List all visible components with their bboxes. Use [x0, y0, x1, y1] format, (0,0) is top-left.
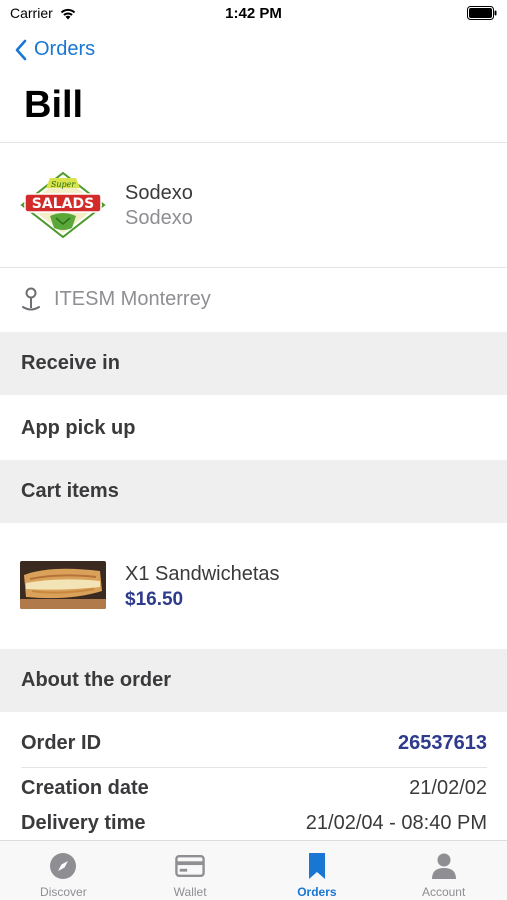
- status-time: 1:42 PM: [225, 5, 282, 22]
- page-title: Bill: [24, 84, 84, 126]
- location-label: ITESM Monterrey: [54, 287, 211, 310]
- divider: [0, 267, 507, 268]
- tab-discover[interactable]: Discover: [0, 841, 127, 900]
- back-button[interactable]: Orders: [14, 38, 95, 61]
- status-bar: Carrier 1:42 PM: [0, 0, 507, 30]
- back-label: Orders: [34, 38, 96, 60]
- compass-icon: [50, 853, 77, 879]
- sandwich-image: [20, 561, 106, 609]
- vendor-logo: Super SALADS: [20, 172, 106, 238]
- battery-icon: [467, 6, 497, 20]
- bookmark-icon: [308, 853, 325, 879]
- delivery-time-row: Delivery time 21/02/04 - 08:40 PM: [21, 812, 487, 835]
- tab-label: Orders: [297, 885, 337, 899]
- cart-item-price: $16.50: [125, 589, 184, 610]
- receive-method: App pick up: [21, 417, 136, 439]
- card-icon: [175, 854, 205, 878]
- map-pin-icon: [22, 287, 40, 311]
- logo-text-main: SALADS: [32, 196, 94, 212]
- tab-bar: Discover Wallet Orders Account: [0, 840, 507, 900]
- section-header-receive: Receive in: [0, 332, 507, 395]
- section-header-cart: Cart items: [0, 460, 507, 523]
- delivery-time-value: 21/02/04 - 08:40 PM: [305, 812, 487, 834]
- creation-date-value: 21/02/02: [409, 777, 487, 799]
- row-divider: [21, 767, 487, 768]
- cart-item-image: [20, 561, 106, 609]
- section-title: Cart items: [21, 480, 119, 502]
- cart-item-name: X1 Sandwichetas: [125, 563, 280, 585]
- creation-date-label: Creation date: [21, 777, 149, 799]
- section-header-about: About the order: [0, 649, 507, 712]
- tab-label: Wallet: [173, 885, 207, 899]
- person-icon: [431, 853, 456, 879]
- tab-label: Discover: [40, 885, 87, 899]
- order-id-row: Order ID 26537613: [21, 732, 487, 755]
- chevron-left-icon: [15, 39, 27, 60]
- logo-text-top: Super: [51, 180, 76, 189]
- vendor-subtitle: Sodexo: [125, 207, 193, 229]
- vendor-name: Sodexo: [125, 182, 193, 204]
- section-title: About the order: [21, 669, 171, 691]
- delivery-time-label: Delivery time: [21, 812, 146, 834]
- tab-orders[interactable]: Orders: [254, 841, 381, 900]
- creation-date-row: Creation date 21/02/02: [21, 777, 487, 800]
- tab-label: Account: [421, 885, 466, 899]
- divider: [0, 142, 507, 143]
- order-id-label: Order ID: [21, 732, 102, 754]
- location-row: ITESM Monterrey: [20, 286, 211, 312]
- tab-wallet[interactable]: Wallet: [127, 841, 254, 900]
- section-title: Receive in: [21, 352, 120, 374]
- order-id-value: 26537613: [398, 732, 487, 754]
- tab-account[interactable]: Account: [380, 841, 507, 900]
